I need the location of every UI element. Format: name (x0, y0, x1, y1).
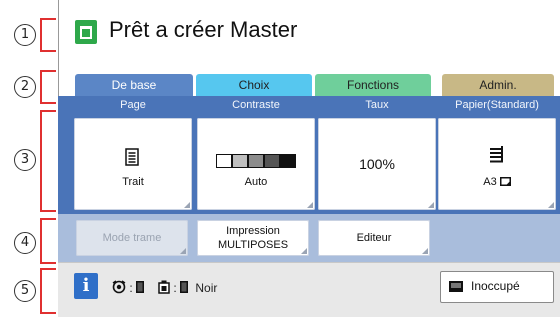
callout-bracket-1 (40, 18, 56, 52)
tab-fonctions[interactable]: Fonctions (315, 74, 431, 96)
landscape-orientation-icon (499, 177, 511, 186)
drum-icon (158, 280, 170, 294)
callout-bracket-5 (40, 268, 56, 314)
tab-de-base[interactable]: De base (75, 74, 193, 96)
idle-label: Inoccupé (471, 279, 520, 293)
callout-number-5: 5 (14, 280, 36, 302)
editor-button[interactable]: Editeur (318, 220, 430, 256)
tab-bar: De base Choix Fonctions Admin. (58, 68, 560, 96)
paper-size-icon (490, 146, 503, 163)
callout-number-1: 1 (14, 24, 36, 46)
tab-choix[interactable]: Choix (196, 74, 312, 96)
ink-separator: : (129, 281, 133, 295)
paper-value: A3 (438, 176, 556, 188)
machine-icon (449, 281, 463, 292)
paper-size-text: A3 (483, 176, 497, 188)
contrast-value: Auto (244, 176, 268, 188)
paper-setting-button[interactable]: A3 (438, 118, 556, 210)
document-icon (125, 148, 139, 166)
idle-status-button[interactable]: Inoccupé (440, 271, 554, 303)
ink-level-icon (136, 281, 145, 293)
multi-up-line-1: Impression (226, 225, 280, 237)
paper-label: Papier(Standard) (455, 99, 539, 111)
rate-setting-button[interactable]: 100% (318, 118, 436, 210)
info-button[interactable]: i (74, 273, 98, 299)
rate-label: Taux (365, 99, 389, 111)
callout-number-4: 4 (14, 232, 36, 254)
printer-panel: Prêt a créer Master De base Choix Foncti… (58, 0, 560, 317)
drum-color-text: Noir (195, 281, 218, 295)
ink-icon (112, 280, 126, 294)
drum-separator: : (173, 281, 177, 295)
contrast-label: Contraste (232, 99, 280, 111)
drum-level-icon (180, 281, 189, 293)
rate-value: 100% (359, 156, 395, 172)
page-setting-button[interactable]: Trait (74, 118, 192, 210)
contrast-scale-icon (216, 154, 296, 168)
page-title: Prêt a créer Master (109, 17, 298, 42)
title-bar: Prêt a créer Master (58, 0, 560, 68)
multi-up-print-button[interactable]: Impression MULTIPOSES (197, 220, 309, 256)
contrast-setting-button[interactable]: Auto (197, 118, 315, 210)
callout-number-2: 2 (14, 76, 36, 98)
callout-bracket-3 (40, 110, 56, 212)
page-label: Page (120, 99, 146, 111)
mode-trame-button[interactable]: Mode trame (76, 220, 188, 256)
callout-bracket-2 (40, 70, 56, 104)
tab-admin[interactable]: Admin. (442, 74, 554, 96)
multi-up-line-2: MULTIPOSES (217, 239, 289, 251)
drum-status: : Noir (158, 280, 217, 295)
ink-status: : (112, 280, 145, 295)
master-icon (75, 20, 97, 44)
action-row: Mode trame Impression MULTIPOSES Editeur (58, 214, 560, 262)
page-value: Trait (122, 176, 144, 188)
basic-settings-panel: Page Contraste Taux Papier(Standard) Tra… (58, 96, 560, 220)
status-bar: i : : Noir Inoccupé (58, 262, 560, 317)
callout-number-3: 3 (14, 149, 36, 171)
callout-bracket-4 (40, 218, 56, 264)
